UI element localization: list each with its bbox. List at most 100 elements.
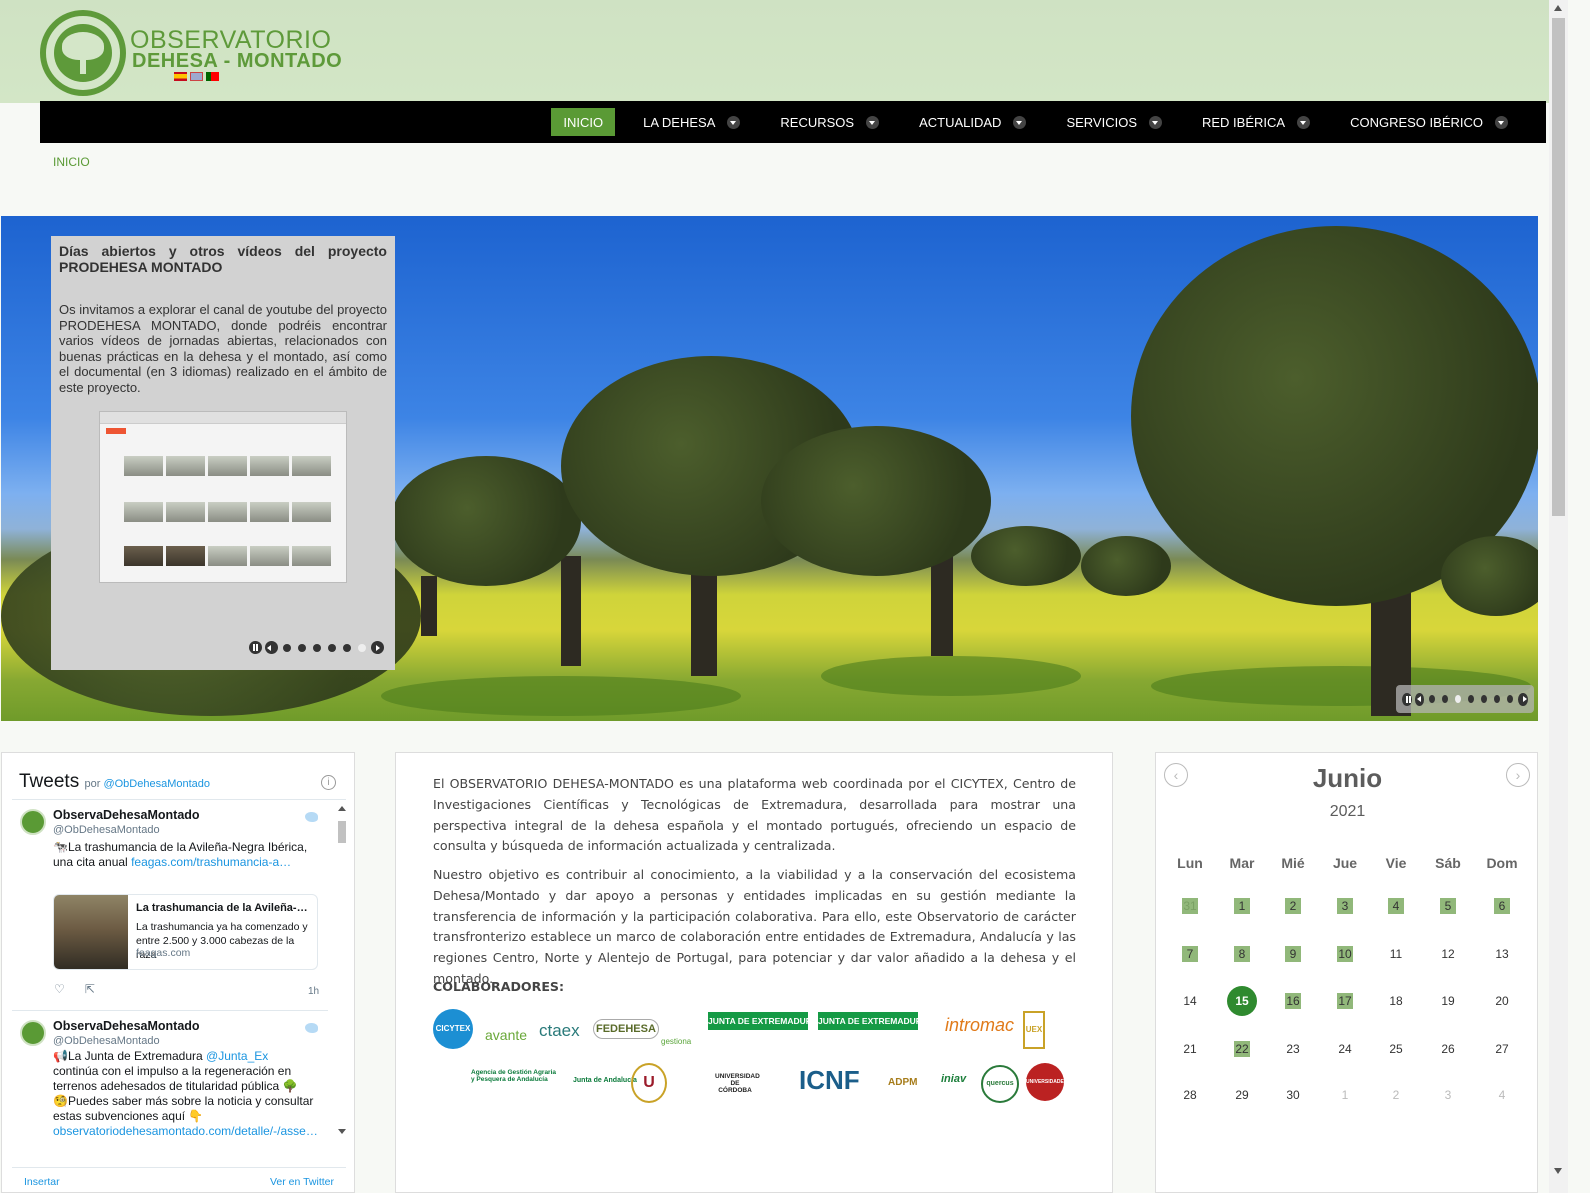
scroll-thumb[interactable]: [338, 821, 346, 843]
slide-dot[interactable]: [1429, 695, 1436, 703]
pause-icon[interactable]: [249, 641, 262, 654]
quercus-logo[interactable]: quercus: [981, 1065, 1019, 1103]
twitter-handle-link[interactable]: @ObDehesaMontado: [103, 778, 210, 790]
youtube-channel-screenshot[interactable]: [99, 411, 347, 583]
nav-item-inicio[interactable]: INICIO: [551, 108, 616, 136]
view-on-twitter-link[interactable]: Ver en Twitter: [270, 1176, 334, 1188]
share-icon[interactable]: ⇱: [85, 982, 95, 996]
nav-item-red-ibérica[interactable]: RED IBÉRICA: [1190, 108, 1322, 136]
tweet-author-name[interactable]: ObservaDehesaMontado: [53, 1019, 200, 1033]
nav-item-la-dehesa[interactable]: LA DEHESA: [631, 108, 752, 136]
calendar-day[interactable]: 1: [1217, 895, 1267, 917]
nav-item-servicios[interactable]: SERVICIOS: [1054, 108, 1174, 136]
tweet-author-name[interactable]: ObservaDehesaMontado: [53, 808, 200, 822]
slide-dot[interactable]: [1481, 695, 1488, 703]
slide-dot[interactable]: [1442, 695, 1449, 703]
caret-down-icon[interactable]: [1013, 115, 1027, 129]
slide-dot[interactable]: [1468, 695, 1475, 703]
nav-item-actualidad[interactable]: ACTUALIDAD: [907, 108, 1038, 136]
uex-logo[interactable]: UEX: [1023, 1011, 1045, 1049]
caret-down-icon[interactable]: [1495, 115, 1508, 129]
iniav-logo[interactable]: iniav: [941, 1073, 966, 1085]
gestiona-logo[interactable]: gestiona: [661, 1037, 691, 1046]
agapa-logo[interactable]: Agencia de Gestión Agraria y Pesquera de…: [441, 1069, 561, 1083]
caret-down-icon[interactable]: [1149, 115, 1162, 129]
calendar-day[interactable]: 10: [1320, 943, 1370, 965]
heart-icon[interactable]: ♡: [54, 982, 65, 996]
slide-dot[interactable]: [1507, 695, 1514, 703]
info-icon[interactable]: i: [321, 775, 336, 790]
caret-down-icon[interactable]: [866, 115, 880, 129]
calendar-day[interactable]: 7: [1165, 943, 1215, 965]
ctaex-logo[interactable]: ctaex: [539, 1021, 580, 1041]
scroll-down-arrow-icon[interactable]: [1554, 1168, 1562, 1174]
slide-dot[interactable]: [343, 643, 351, 652]
tweet-link[interactable]: feagas.com/trashumancia-a…: [131, 855, 291, 869]
page-scroll-thumb[interactable]: [1552, 18, 1565, 516]
university-seal-logo[interactable]: U: [631, 1063, 667, 1103]
calendar-day[interactable]: 16: [1268, 990, 1318, 1012]
fedehesa-logo[interactable]: FEDEHESA: [593, 1019, 659, 1039]
tweets-scrollbar[interactable]: [338, 806, 346, 1134]
previous-icon[interactable]: [1414, 692, 1425, 706]
calendar-day[interactable]: 2: [1268, 895, 1318, 917]
calendar-day[interactable]: 8: [1217, 943, 1267, 965]
avatar[interactable]: [20, 1020, 46, 1046]
calendar-day[interactable]: 31: [1165, 895, 1215, 917]
caret-down-icon[interactable]: [727, 115, 741, 129]
calendar-day[interactable]: 22: [1217, 1038, 1267, 1060]
uk-flag-icon[interactable]: [190, 72, 203, 81]
slide-title[interactable]: Días abiertos y otros vídeos del proyect…: [59, 243, 387, 275]
calendar-day[interactable]: 6: [1477, 895, 1527, 917]
pause-icon[interactable]: [1402, 692, 1412, 706]
tweet-timestamp[interactable]: 1h: [308, 986, 319, 997]
slide-dot[interactable]: [313, 643, 321, 652]
tweet-link[interactable]: observatoriodehesamontado.com/detalle/-/…: [53, 1124, 318, 1138]
nav-item-recursos[interactable]: RECURSOS: [768, 108, 891, 136]
slide-dot[interactable]: [1455, 695, 1462, 703]
calendar-day[interactable]: 4: [1371, 895, 1421, 917]
scroll-up-arrow-icon[interactable]: [1554, 5, 1562, 11]
twitter-bird-icon[interactable]: [305, 1023, 318, 1033]
adpm-logo[interactable]: ADPM: [888, 1077, 917, 1088]
avatar[interactable]: [20, 809, 46, 835]
breadcrumb[interactable]: INICIO: [53, 155, 90, 169]
nav-item-congreso-ibérico[interactable]: CONGRESO IBÉRICO: [1338, 108, 1520, 136]
calendar-day[interactable]: 9: [1268, 943, 1318, 965]
avante-logo[interactable]: avante: [485, 1027, 527, 1043]
next-icon[interactable]: [1518, 692, 1529, 706]
pt-flag-icon[interactable]: [206, 72, 219, 81]
junta-andalucia-logo[interactable]: Junta de Andalucía: [573, 1077, 637, 1084]
tweet-author-handle[interactable]: @ObDehesaMontado: [53, 1035, 160, 1047]
es-flag-icon[interactable]: [174, 72, 187, 81]
site-logo[interactable]: OBSERVATORIO DEHESA - MONTADO: [40, 10, 342, 98]
twitter-bird-icon[interactable]: [305, 812, 318, 822]
junta-extremadura-logo-2[interactable]: JUNTA DE EXTREMADURA: [818, 1012, 928, 1030]
junta-extremadura-logo[interactable]: JUNTA DE EXTREMADURA: [708, 1012, 818, 1030]
page-scrollbar[interactable]: [1549, 0, 1568, 1193]
next-icon[interactable]: [371, 641, 384, 654]
uco-logo[interactable]: UNIVERSIDAD DE CÓRDOBA: [715, 1073, 760, 1094]
calendar-day[interactable]: 17: [1320, 990, 1370, 1012]
tweet-mention[interactable]: @Junta_Ex: [206, 1049, 268, 1063]
slide-dot[interactable]: [298, 643, 306, 652]
slide-dot[interactable]: [358, 643, 366, 652]
slide-dot[interactable]: [283, 643, 291, 652]
slide-dot[interactable]: [1494, 695, 1501, 703]
tweet-link-card[interactable]: La trashumancia de la Avileña-Negra Ibér…: [53, 894, 318, 970]
intromac-logo[interactable]: intromac: [945, 1015, 1014, 1036]
scroll-up-arrow-icon[interactable]: [338, 806, 346, 811]
tweet-author-handle[interactable]: @ObDehesaMontado: [53, 824, 160, 836]
slide-dot[interactable]: [328, 643, 336, 652]
scroll-down-arrow-icon[interactable]: [338, 1129, 346, 1134]
calendar-day-today[interactable]: 15: [1217, 986, 1267, 1016]
calendar-day[interactable]: 3: [1320, 895, 1370, 917]
calendar-day[interactable]: 5: [1423, 895, 1473, 917]
tweets-scroll-area[interactable]: ObservaDehesaMontado @ObDehesaMontado 🐄L…: [12, 799, 346, 1167]
icnf-logo[interactable]: ICNF: [799, 1065, 860, 1096]
embed-link[interactable]: Insertar: [24, 1176, 60, 1188]
evora-logo[interactable]: UNIVERSIDADE DE ÉVORA: [1026, 1063, 1091, 1101]
cicytex-logo[interactable]: CICYTEX: [433, 1009, 473, 1049]
caret-down-icon[interactable]: [1297, 115, 1311, 129]
previous-icon[interactable]: [265, 641, 278, 654]
